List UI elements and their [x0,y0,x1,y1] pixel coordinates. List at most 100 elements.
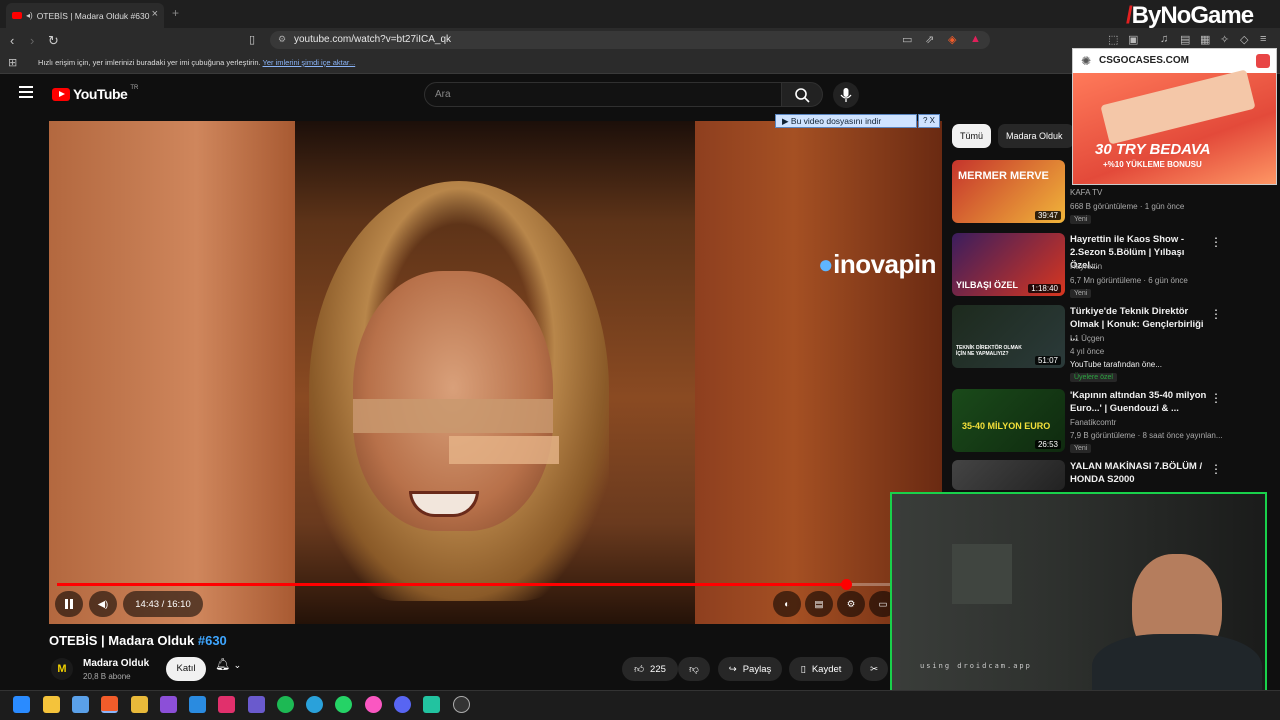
whatsapp-icon[interactable] [335,696,352,713]
vpn-icon[interactable]: ◇ [1240,33,1248,46]
recommendation-item[interactable]: 35-40 MİLYON EURO 26:53 'Kapının altında… [952,389,1272,459]
subtitles-button[interactable]: ▤ [805,591,833,617]
thumbnail[interactable]: YILBAŞI ÖZEL 1:18:40 [952,233,1065,296]
recommendation-item[interactable]: YALAN MAKİNASI 7.BÖLÜM / HONDA S2000 ⋮ [952,460,1272,490]
chip-all[interactable]: Tümü [952,124,992,148]
apps-icon[interactable]: ⊞ [8,56,17,69]
share-icon[interactable]: ⇗ [925,33,934,46]
brave-rewards-icon[interactable]: ▲ [970,33,981,45]
video-title[interactable]: 'Kapının altından 35-40 milyon Euro...' … [1070,389,1210,415]
save-button[interactable]: ▯ Kaydet [789,657,853,681]
like-button[interactable]: 👍︎ 225 [622,657,678,681]
channel-avatar[interactable]: M [51,658,73,680]
more-options-icon[interactable]: ⋮ [1210,462,1222,476]
settings-button[interactable]: ⚙ [837,591,865,617]
search-input[interactable]: Ara [424,82,782,107]
recommendation-item[interactable]: TEKNİK DİREKTÖR OLMAK İÇİN NE YAPMALIYIZ… [952,305,1272,382]
reload-icon[interactable]: ↻ [48,33,59,49]
obs-icon[interactable] [453,696,470,713]
video-frame-left [49,121,295,624]
subscriber-count: 20,8 B abone [83,672,131,681]
pause-button[interactable] [55,591,83,617]
windows-start-icon[interactable] [13,696,30,713]
search-icon [795,88,810,103]
spotify-icon[interactable] [277,696,294,713]
site-info-icon[interactable]: ⚙ [278,34,286,45]
browser-tab[interactable]: ◂) OTEBİS | Madara Olduk #630 × [6,3,164,28]
episode-tag[interactable]: #630 [198,633,227,648]
forward-icon[interactable]: › [30,33,34,48]
search-button[interactable] [781,82,823,107]
new-tab-button[interactable]: + [172,6,179,20]
voice-search-button[interactable] [833,82,859,108]
channel-name[interactable]: KAFA TV [1070,188,1102,197]
tab-title: OTEBİS | Madara Olduk #630 [36,10,150,21]
menu-icon[interactable]: ≡ [1260,33,1266,45]
itunes-icon[interactable] [365,696,382,713]
sidebar-toggle-icon[interactable]: ▤ [1180,33,1190,46]
bookmark-icon[interactable]: ▯ [249,33,255,46]
photos-icon[interactable] [72,696,89,713]
share-button[interactable]: ↪ Paylaş [718,657,782,681]
video-meta: 668 B görüntüleme · 1 gün önce [1070,202,1185,211]
cast-icon[interactable]: ▭ [902,33,912,46]
url-field[interactable]: youtube.com/watch?v=bt27iICA_qk [270,31,990,49]
clip-button[interactable]: ✂ [860,657,888,681]
volume-button[interactable]: ◀) [89,591,117,617]
youtube-play-icon [52,87,70,101]
vscode-icon[interactable] [189,696,206,713]
join-button[interactable]: Katıl [166,657,206,681]
recommendation-item[interactable]: YILBAŞI ÖZEL 1:18:40 Hayrettin ile Kaos … [952,233,1272,303]
mic-icon [840,88,852,102]
download-video-bar[interactable]: ▶ Bu video dosyasını indir [775,114,917,128]
youtube-logo[interactable]: YouTube TR [52,85,138,102]
extensions-icon[interactable]: ⬚ [1108,33,1118,46]
dislike-button[interactable]: 👎︎ [678,657,710,681]
visual-studio-icon[interactable] [160,696,177,713]
instagram-icon[interactable] [218,696,235,713]
new-badge: Yeni [1070,289,1092,298]
autoplay-toggle[interactable]: ◐ [773,591,801,617]
discord-icon[interactable] [394,696,411,713]
thumbnail[interactable]: MERMER MERVE 39:47 [952,160,1065,223]
channel-name[interactable]: Fanatikcomtr [1070,418,1116,427]
webcam-overlay: using droidcam.app [890,492,1267,712]
thumbnail[interactable]: TEKNİK DİREKTÖR OLMAK İÇİN NE YAPMALIYIZ… [952,305,1065,368]
app-icon[interactable] [131,696,148,713]
wallet-icon[interactable]: ▣ [1128,33,1138,46]
app2-icon[interactable] [423,696,440,713]
channel-name[interactable]: L1 Üçgen [1070,334,1104,343]
video-meta: 7,9 B görüntüleme · 8 saat önce yayınlan… [1070,431,1223,440]
import-bookmarks-link[interactable]: Yer imlerini şimdi içe aktar... [263,58,356,67]
ad-logo-icon: ✺ [1081,54,1092,68]
more-options-icon[interactable]: ⋮ [1210,307,1222,321]
wallet2-icon[interactable]: ▦ [1200,33,1210,46]
brave-shield-icon[interactable]: ◈ [948,33,956,46]
music-icon[interactable]: ♫ [1160,33,1168,45]
video-meta: 6,7 Mn görüntüleme · 6 gün önce [1070,276,1188,285]
chip-channel[interactable]: Madara Olduk [998,124,1074,148]
hamburger-menu-icon[interactable] [19,86,33,101]
download-bar-close[interactable]: ? X [918,114,940,128]
brave-icon[interactable] [101,696,118,713]
thumbnail[interactable]: 35-40 MİLYON EURO 26:53 [952,389,1065,452]
more-options-icon[interactable]: ⋮ [1210,391,1222,405]
thumbnail[interactable] [952,460,1065,490]
csgocases-ad[interactable]: CSGOCASES.COM ✺ 30 TRY BEDAVA +%10 YÜKLE… [1072,48,1277,185]
share-icon: ↪ [728,663,737,675]
pen-icon[interactable] [248,696,265,713]
close-tab-icon[interactable]: × [152,8,158,20]
channel-name[interactable]: Hayrettin [1070,262,1102,271]
video-title[interactable]: YALAN MAKİNASI 7.BÖLÜM / HONDA S2000 [1070,460,1210,486]
notification-bell-button[interactable]: 🔔︎ ⌄ [215,657,257,681]
channel-name[interactable]: Madara Olduk [83,658,149,669]
back-icon[interactable]: ‹ [10,33,14,48]
telegram-icon[interactable] [306,696,323,713]
time-display: 14:43 / 16:10 [123,591,203,617]
progress-bar[interactable] [57,579,934,590]
subtitles-icon: ▤ [814,598,824,610]
video-player[interactable]: ●inovapin ◀) 14:43 / 16:10 ◐ ▤ ⚙ ▭ [49,121,942,624]
more-options-icon[interactable]: ⋮ [1210,235,1222,249]
ai-icon[interactable]: ✧ [1220,33,1229,46]
file-explorer-icon[interactable] [43,696,60,713]
